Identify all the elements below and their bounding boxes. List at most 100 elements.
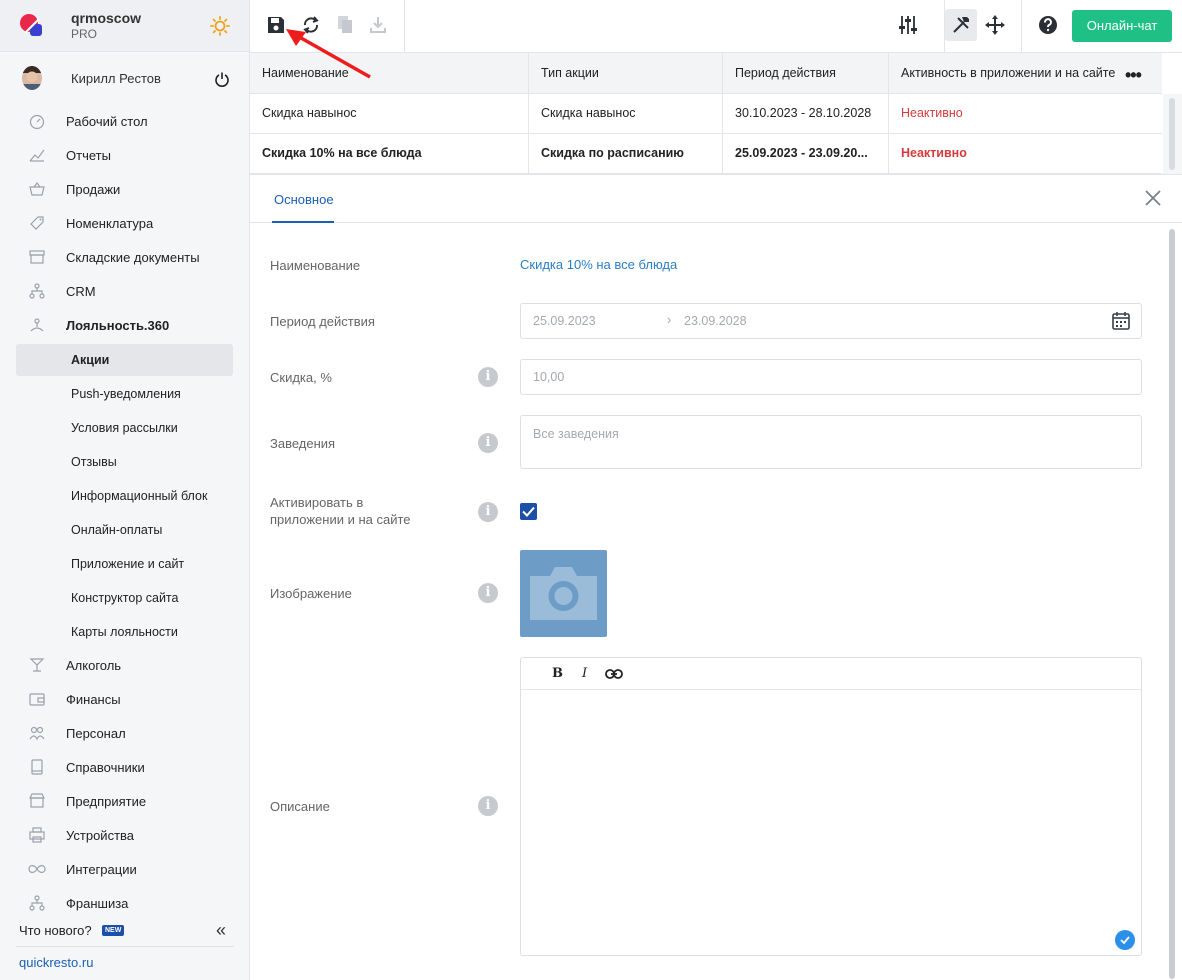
sidebar-item-label: Предприятие — [66, 794, 147, 809]
sidebar-item-label: Конструктор сайта — [71, 591, 179, 605]
period-arrow-icon: › — [667, 313, 672, 327]
table-row-selected[interactable]: Скидка 10% на все блюда Скидка по распис… — [250, 134, 1162, 174]
sidebar-item-integrations[interactable]: Интеграции — [16, 853, 233, 885]
sidebar-item-franchise[interactable]: Франшиза — [16, 887, 233, 919]
sidebar-item-dashboard[interactable]: Рабочий стол — [16, 105, 233, 137]
info-icon[interactable]: i — [478, 433, 498, 453]
table-cell: Скидка по расписанию — [529, 134, 723, 174]
close-icon[interactable] — [1144, 189, 1162, 207]
sidebar-item-label: Рабочий стол — [66, 114, 148, 129]
description-editor[interactable]: B I — [520, 657, 1142, 956]
sidebar-item-label: CRM — [66, 284, 96, 299]
bold-icon[interactable]: B — [552, 666, 563, 681]
column-header-activity[interactable]: Активность в приложении и на сайте — [889, 53, 1162, 94]
move-icon[interactable] — [984, 14, 1006, 36]
sidebar-subitem-online-payments[interactable]: Онлайн-оплаты — [16, 514, 233, 546]
sun-icon[interactable] — [210, 16, 230, 36]
brand-header: qrmoscow PRO — [0, 0, 249, 52]
sidebar-item-label: Лояльность.360 — [66, 318, 170, 333]
more-icon[interactable]: ••• — [1125, 65, 1142, 86]
sidebar-item-reports[interactable]: Отчеты — [16, 139, 233, 171]
sidebar-item-label: Устройства — [66, 828, 135, 843]
calendar-icon[interactable] — [1111, 311, 1131, 331]
column-header-type[interactable]: Тип акции — [529, 53, 723, 94]
sidebar-item-label: Складские документы — [66, 250, 200, 265]
toolbar: Онлайн-чат — [250, 0, 1182, 53]
wallet-icon — [29, 693, 45, 706]
activate-checkbox[interactable] — [520, 503, 537, 520]
info-icon[interactable]: i — [478, 796, 498, 816]
column-header-period[interactable]: Период действия — [723, 53, 889, 94]
discount-value: 10,00 — [533, 370, 565, 384]
hierarchy-icon — [29, 895, 45, 911]
whats-new-link[interactable]: Что нового? — [19, 923, 92, 938]
table-cell: 30.10.2023 - 28.10.2028 — [723, 94, 889, 134]
period-from[interactable]: 25.09.2023 — [533, 314, 596, 328]
user-row[interactable]: Кирилл Рестов — [0, 60, 249, 96]
avatar — [22, 66, 42, 90]
gauge-icon — [29, 114, 45, 129]
sidebar-subitem-loyalty-cards[interactable]: Карты лояльности — [16, 616, 233, 648]
settings-sliders-icon[interactable] — [897, 14, 919, 36]
table-row[interactable]: Скидка навынос Скидка навынос 30.10.2023… — [250, 94, 1162, 134]
link-icon[interactable] — [605, 667, 623, 681]
description-label: Описание — [270, 799, 330, 814]
venues-placeholder: Все заведения — [533, 427, 619, 441]
store-icon — [29, 793, 45, 808]
period-field[interactable]: 25.09.2023 › 23.09.2028 — [520, 303, 1142, 339]
sidebar-subitem-app-site[interactable]: Приложение и сайт — [16, 548, 233, 580]
scrollbar-thumb[interactable] — [1169, 229, 1175, 979]
discount-field[interactable]: 10,00 — [520, 359, 1142, 395]
sidebar-subitem-info-block[interactable]: Информационный блок — [16, 480, 233, 512]
italic-icon[interactable]: I — [582, 666, 587, 681]
sidebar-item-finance[interactable]: Финансы — [16, 683, 233, 715]
sidebar-item-devices[interactable]: Устройства — [16, 819, 233, 851]
site-link[interactable]: quickresto.ru — [19, 955, 93, 970]
sidebar-item-label: Приложение и сайт — [71, 557, 185, 571]
image-upload[interactable] — [520, 550, 607, 637]
help-icon[interactable] — [1037, 14, 1059, 36]
tab-main[interactable]: Основное — [274, 192, 334, 207]
sidebar-item-label: Карты лояльности — [71, 625, 178, 639]
period-to[interactable]: 23.09.2028 — [684, 314, 747, 328]
sidebar-item-label: Справочники — [66, 760, 145, 775]
status-cell: Неактивно — [901, 106, 963, 120]
book-icon — [31, 759, 43, 775]
sidebar-item-label: Онлайн-оплаты — [71, 523, 163, 537]
power-icon[interactable] — [214, 71, 230, 87]
collapse-sidebar-icon[interactable]: « — [216, 921, 226, 939]
form-scrollbar[interactable] — [1163, 223, 1182, 980]
sidebar-subitem-mailing-conditions[interactable]: Условия рассылки — [16, 412, 233, 444]
sidebar-subitem-push[interactable]: Push-уведомления — [16, 378, 233, 410]
sidebar-subitem-reviews[interactable]: Отзывы — [16, 446, 233, 478]
venues-field[interactable]: Все заведения — [520, 415, 1142, 469]
sidebar-item-crm[interactable]: CRM — [16, 275, 233, 307]
editor-check-icon[interactable] — [1115, 930, 1135, 950]
sidebar-item-label: Отчеты — [66, 148, 111, 163]
sidebar-item-loyalty[interactable]: Лояльность.360 — [16, 309, 233, 341]
sidebar-subitem-site-builder[interactable]: Конструктор сайта — [16, 582, 233, 614]
table-header: Наименование Тип акции Период действия А… — [250, 53, 1162, 94]
online-chat-button[interactable]: Онлайн-чат — [1072, 10, 1172, 42]
info-icon[interactable]: i — [478, 583, 498, 603]
name-value[interactable]: Скидка 10% на все блюда — [520, 257, 677, 272]
sidebar-item-references[interactable]: Справочники — [16, 751, 233, 783]
scrollbar-thumb[interactable] — [1169, 98, 1175, 170]
sidebar-item-label: Номенклатура — [66, 216, 154, 231]
sidebar-item-warehouse[interactable]: Складские документы — [16, 241, 233, 273]
tools-icon[interactable] — [950, 14, 972, 36]
sidebar-item-staff[interactable]: Персонал — [16, 717, 233, 749]
period-label: Период действия — [270, 314, 375, 329]
chart-line-icon — [29, 149, 45, 162]
activate-label: Активировать в приложении и на сайте — [270, 495, 411, 527]
table-scrollbar[interactable] — [1163, 94, 1182, 174]
sidebar-item-alcohol[interactable]: Алкоголь — [16, 649, 233, 681]
check-icon — [1120, 936, 1130, 944]
info-icon[interactable]: i — [478, 502, 498, 522]
sidebar-item-enterprise[interactable]: Предприятие — [16, 785, 233, 817]
info-icon[interactable]: i — [478, 367, 498, 387]
sidebar-item-label: Франшиза — [66, 896, 129, 911]
sidebar-item-nomenclature[interactable]: Номенклатура — [16, 207, 233, 239]
sidebar-item-sales[interactable]: Продажи — [16, 173, 233, 205]
sidebar-subitem-promotions[interactable]: Акции — [16, 344, 233, 376]
